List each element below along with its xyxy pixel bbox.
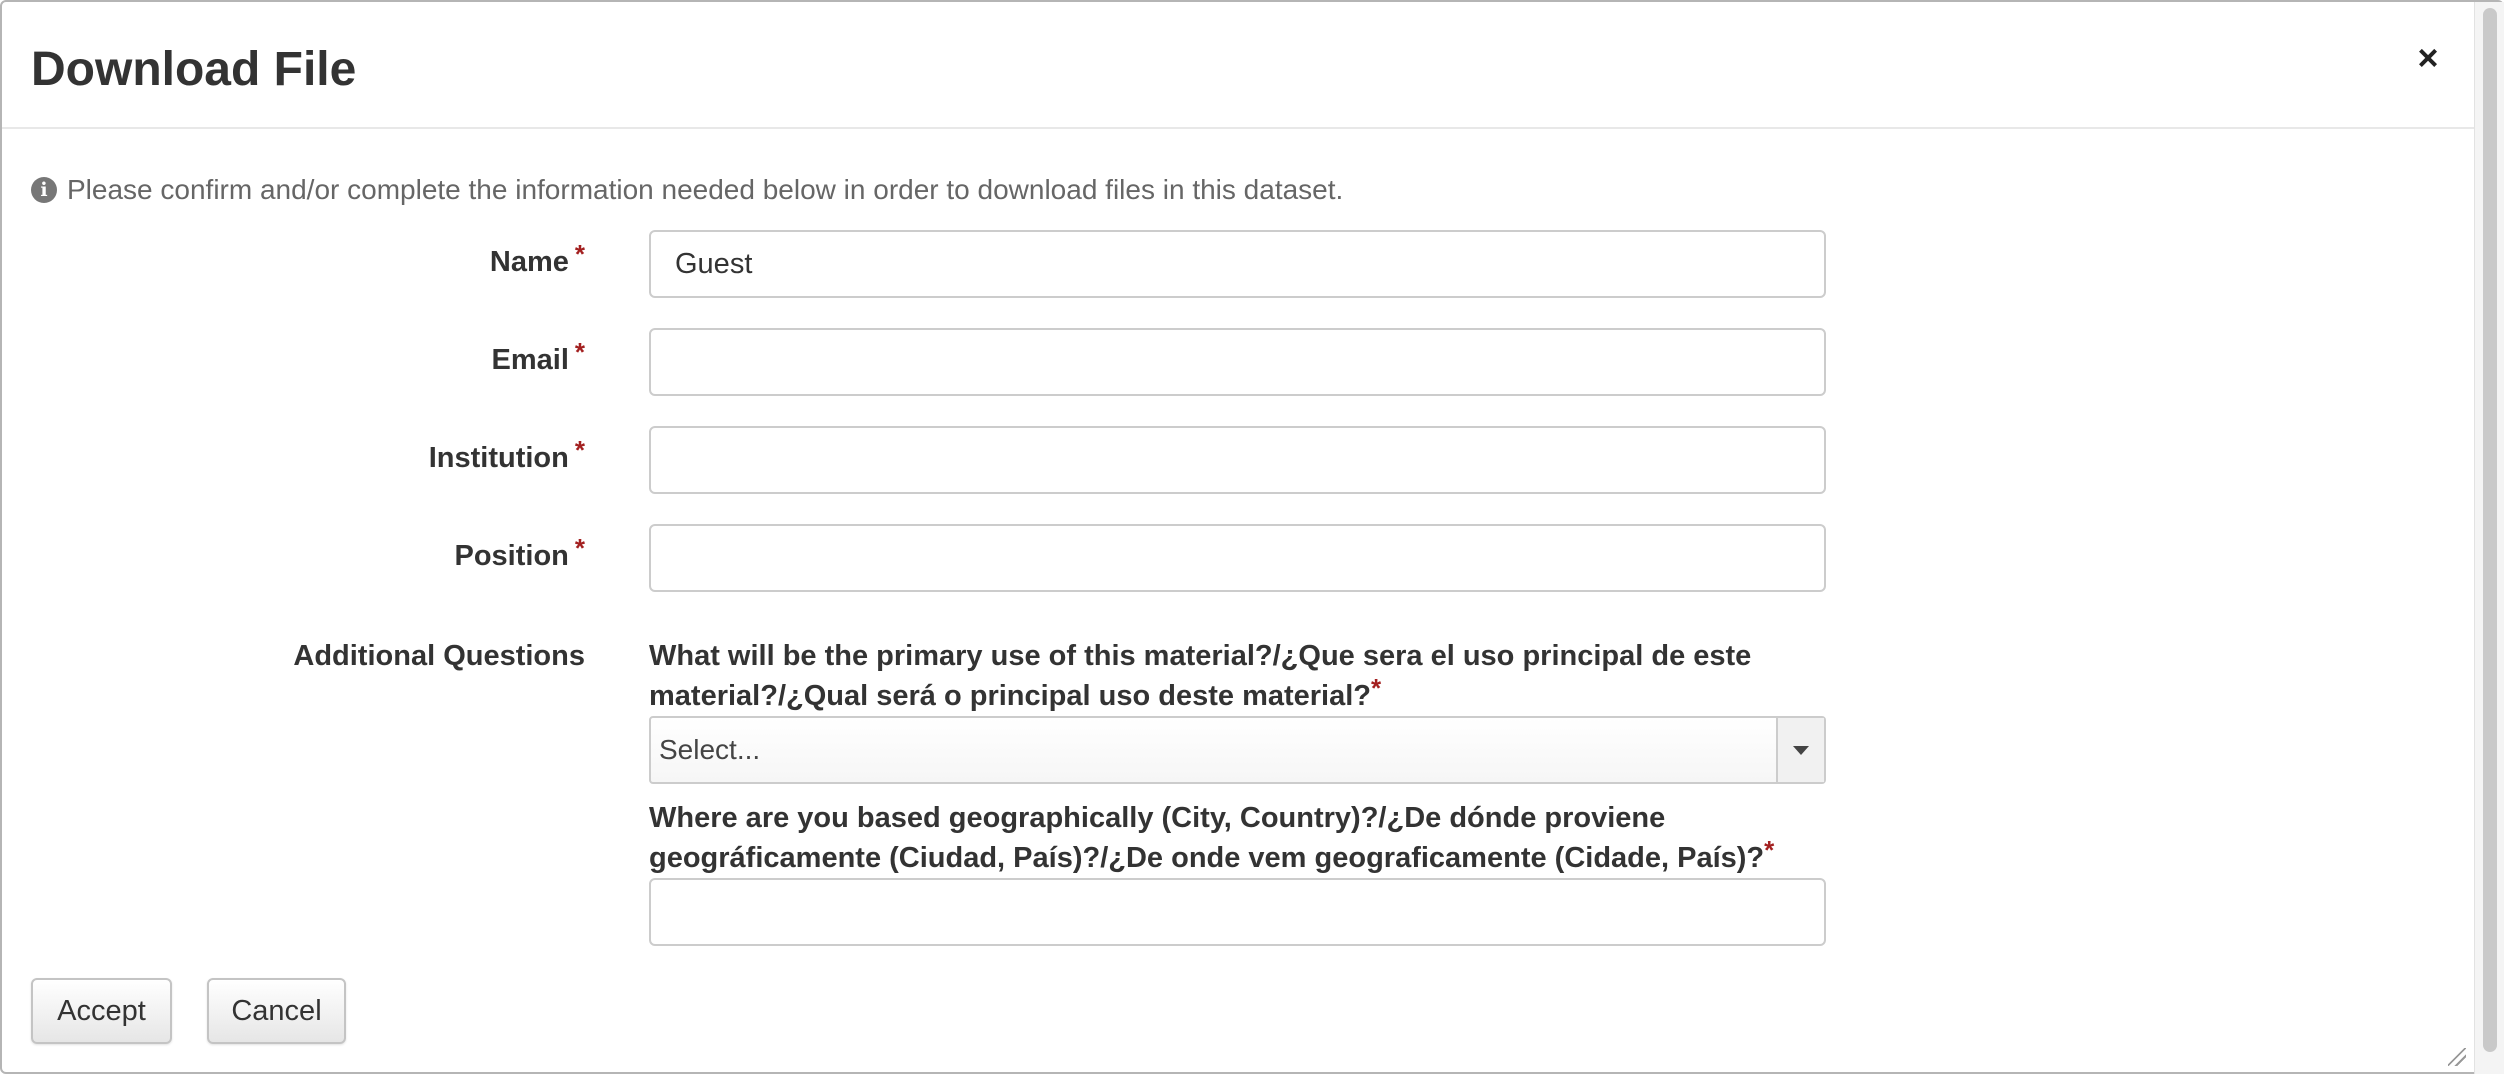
accept-button[interactable]: Accept — [31, 978, 172, 1044]
cancel-button[interactable]: Cancel — [207, 978, 346, 1044]
required-marker: * — [574, 239, 585, 269]
email-label: Email * — [491, 337, 586, 376]
info-text: Please confirm and/or complete the infor… — [67, 174, 1344, 205]
position-label: Position * — [454, 533, 585, 572]
question-location: Where are you based geographically (City… — [649, 802, 1775, 874]
institution-label: Institution * — [428, 435, 585, 474]
required-marker: * — [574, 337, 585, 367]
position-field[interactable] — [649, 524, 1826, 592]
required-marker: * — [574, 435, 585, 465]
download-file-dialog: Download File × i Please confirm and/or … — [0, 0, 2504, 1074]
chevron-down-icon[interactable] — [1776, 718, 1824, 782]
resize-handle-icon[interactable] — [2448, 1048, 2466, 1066]
institution-field[interactable] — [649, 426, 1826, 494]
primary-use-select[interactable]: Select... — [649, 716, 1826, 784]
required-marker: * — [574, 533, 585, 563]
info-icon: i — [31, 177, 57, 203]
required-marker: * — [1371, 673, 1382, 703]
name-field[interactable] — [649, 230, 1826, 298]
dialog-title: Download File — [31, 43, 357, 96]
select-value: Select... — [659, 734, 761, 765]
email-field[interactable] — [649, 328, 1826, 396]
question-primary-use: What will be the primary use of this mat… — [649, 640, 1752, 712]
additional-questions-label: Additional Questions — [293, 640, 585, 672]
scrollbar[interactable] — [2474, 2, 2504, 1074]
dialog-header: Download File × — [2, 2, 2474, 129]
scrollbar-thumb[interactable] — [2483, 8, 2497, 1052]
info-message: i Please confirm and/or complete the inf… — [31, 172, 1343, 208]
name-label: Name * — [489, 239, 585, 278]
close-icon[interactable]: × — [2410, 40, 2446, 76]
location-field[interactable] — [649, 878, 1826, 946]
required-marker: * — [1764, 835, 1775, 865]
